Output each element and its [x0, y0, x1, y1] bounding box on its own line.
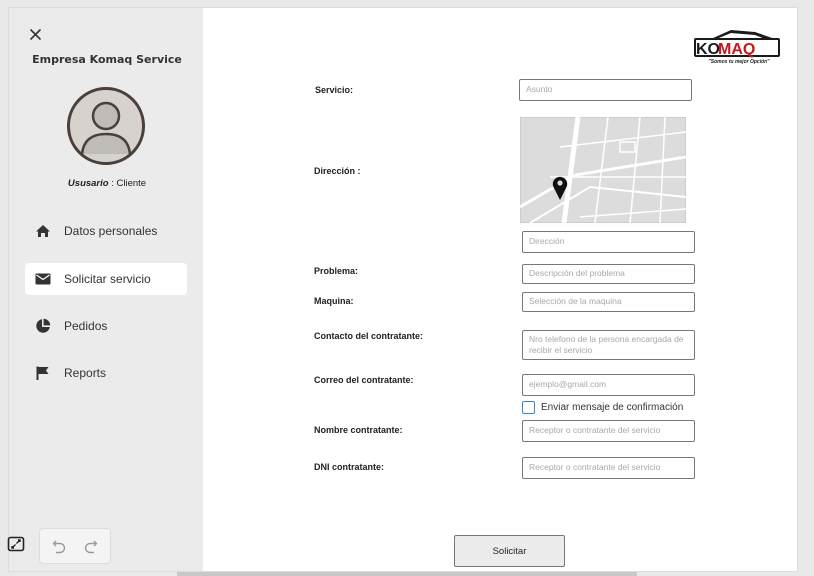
horizontal-scrollbar[interactable] [177, 572, 637, 576]
nav-reports[interactable]: Reports [25, 357, 187, 389]
nav-label: Datos personales [64, 224, 158, 238]
correo-label: Correo del contratante: [314, 375, 414, 385]
maquina-label: Maquina: [314, 296, 354, 306]
undo-icon[interactable] [52, 538, 66, 554]
sidebar: Empresa Komaq Service Ususario : Cliente… [9, 8, 203, 571]
problema-input[interactable]: Descripción del problema [522, 264, 695, 284]
nombre-label: Nombre contratante: [314, 425, 403, 435]
contacto-label: Contacto del contratante: [314, 331, 424, 341]
dni-input[interactable]: Receptor o contratante del servicio [522, 457, 695, 479]
solicitar-button[interactable]: Solicitar [454, 535, 565, 567]
map-widget[interactable] [520, 117, 686, 223]
user-role: Ususario : Cliente [9, 178, 205, 189]
avatar-icon [66, 86, 146, 166]
maquina-input[interactable]: Selección de la maquina [522, 292, 695, 312]
nav-label: Reports [64, 366, 107, 380]
nav-datos-personales[interactable]: Datos personales [25, 215, 187, 247]
servicio-input[interactable]: Asunto [519, 79, 692, 101]
servicio-label: Servicio: [315, 85, 354, 95]
dni-label: DNI contratante: [314, 462, 385, 472]
flag-icon [35, 365, 51, 381]
user-label: Ususario [67, 178, 109, 189]
mail-icon [35, 271, 51, 287]
home-icon [35, 223, 51, 239]
user-role-value: : Cliente [108, 178, 147, 189]
confirmacion-label: Enviar mensaje de confirmación [541, 402, 684, 413]
pie-chart-icon [35, 318, 51, 334]
nav-pedidos[interactable]: Pedidos [25, 310, 187, 342]
nombre-input[interactable]: Receptor o contratante del servicio [522, 420, 695, 442]
expand-icon [7, 535, 25, 558]
logo-text-maq: MAQ [718, 41, 755, 58]
direccion-input[interactable]: Dirección [522, 231, 695, 253]
redo-icon[interactable] [84, 538, 98, 554]
nav-solicitar-servicio[interactable]: Solicitar servicio [25, 263, 187, 295]
company-name: Empresa Komaq Service [32, 53, 182, 66]
direccion-label: Dirección : [314, 166, 361, 176]
correo-input[interactable]: ejemplo@gmail.com [522, 374, 695, 396]
nav-label: Pedidos [64, 319, 108, 333]
close-icon[interactable] [27, 26, 45, 44]
logo-text-ko: KO [696, 41, 720, 58]
nav-label: Solicitar servicio [64, 272, 151, 286]
confirmacion-checkbox[interactable] [522, 401, 535, 414]
history-controls [39, 528, 111, 564]
confirmacion-checkbox-row[interactable]: Enviar mensaje de confirmación [522, 401, 683, 414]
logo-slogan: "Somos tu mejor Opción" [708, 59, 770, 65]
app-frame: Empresa Komaq Service Ususario : Cliente… [8, 7, 798, 572]
problema-label: Problema: [314, 266, 359, 276]
expand-button[interactable] [0, 528, 31, 564]
komaq-logo: KO MAQ "Somos tu mejor Opción" [693, 26, 785, 70]
contacto-input[interactable]: Nro telefono de la persona encargada de … [522, 330, 695, 360]
